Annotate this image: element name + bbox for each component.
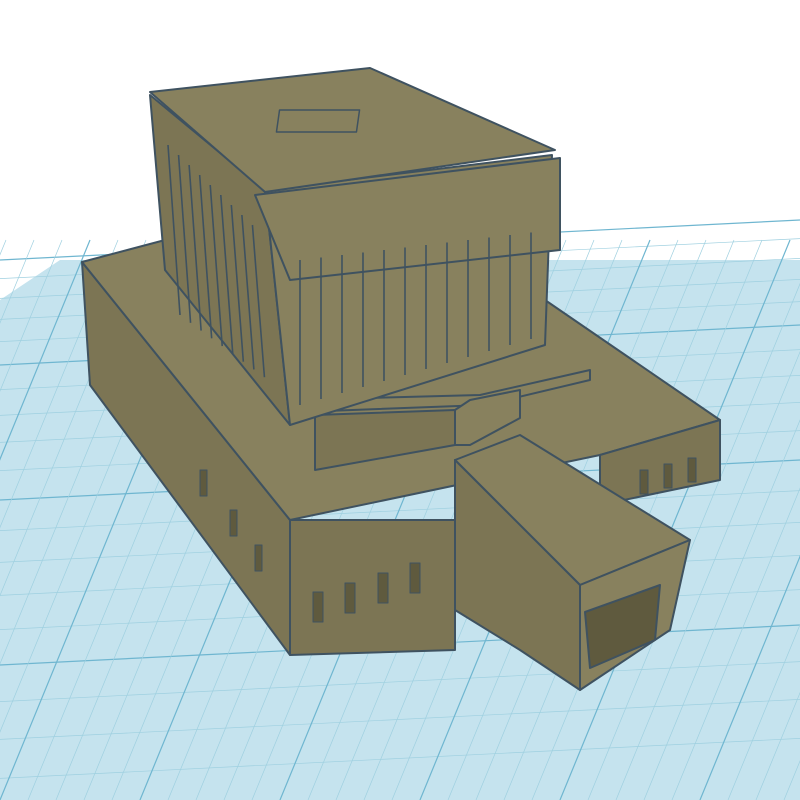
window xyxy=(639,469,649,495)
scene-canvas[interactable] xyxy=(0,0,800,800)
window xyxy=(344,582,356,614)
window xyxy=(229,509,238,537)
window xyxy=(312,591,324,623)
window xyxy=(663,463,673,489)
window xyxy=(409,562,421,594)
window xyxy=(254,544,263,572)
3d-viewport[interactable] xyxy=(0,0,800,800)
window xyxy=(199,469,208,497)
window xyxy=(687,457,697,483)
window xyxy=(377,572,389,604)
podium-front-wall xyxy=(289,519,456,656)
